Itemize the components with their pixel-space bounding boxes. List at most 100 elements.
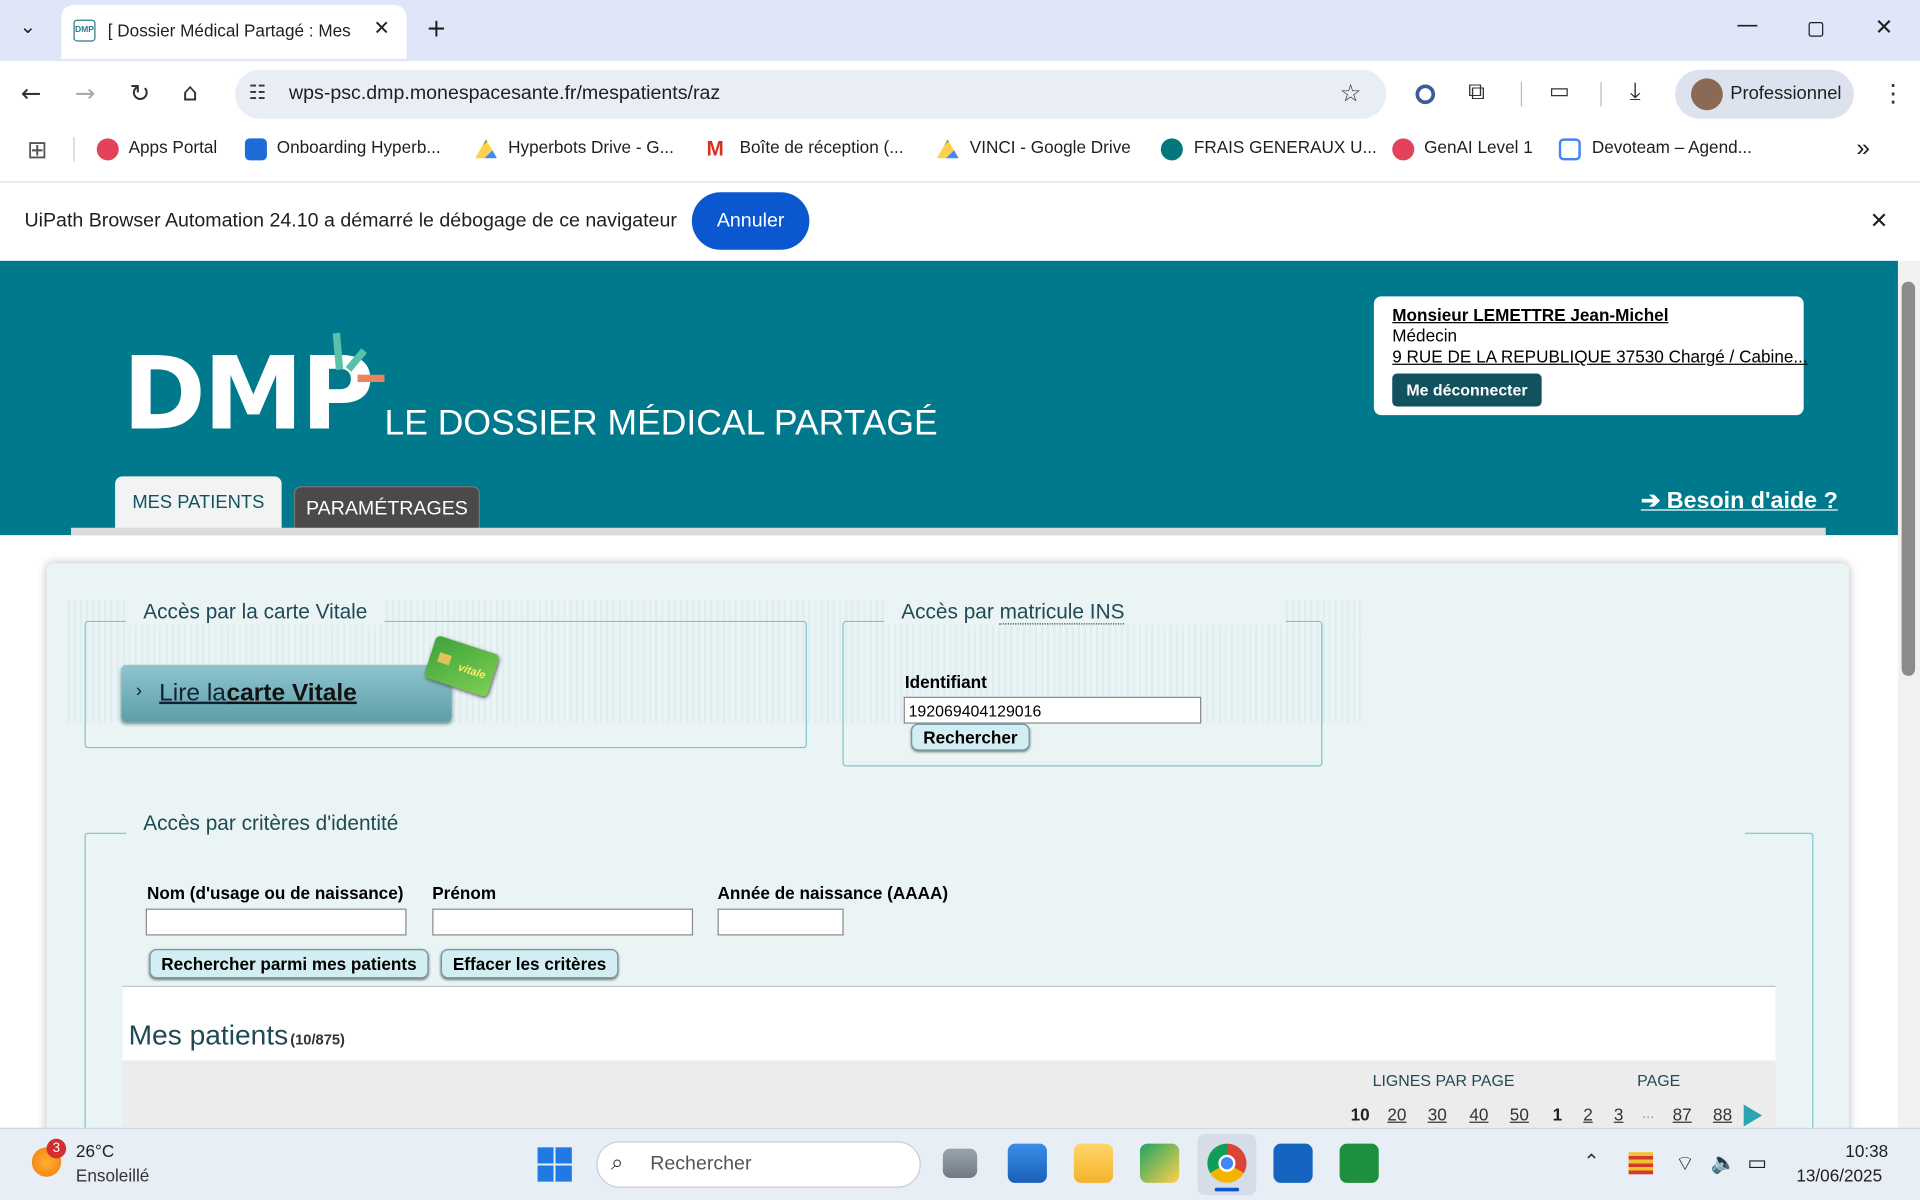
bookmark-onboarding[interactable]: Onboarding Hyperb... [277, 137, 441, 157]
url-text[interactable]: wps-psc.dmp.monespacesante.fr/mespatient… [289, 83, 720, 105]
page-link[interactable]: 87 [1673, 1104, 1692, 1124]
read-vitale-prefix[interactable]: Lire la [159, 680, 233, 708]
close-window-icon[interactable]: ✕ [1875, 15, 1893, 41]
weather-temp[interactable]: 26°C [76, 1141, 114, 1161]
user-name[interactable]: Monsieur LEMETTRE Jean-Michel [1392, 305, 1668, 325]
lines-option[interactable]: 20 [1387, 1104, 1406, 1124]
restore-icon[interactable] [1808, 22, 1824, 37]
ins-legend-prefix: Accès par [901, 600, 1000, 624]
bookmark-devoteam[interactable]: Devoteam – Agend... [1592, 137, 1752, 157]
toolbar-divider [1600, 82, 1602, 107]
logo-accent-mark [357, 374, 385, 383]
user-address[interactable]: 9 RUE DE LA REPUBLIQUE 37530 Chargé / Ca… [1392, 347, 1807, 367]
read-vitale-strong[interactable]: carte Vitale [227, 680, 357, 708]
close-infobar-icon[interactable]: ✕ [1870, 208, 1888, 234]
bookmark-divider [73, 137, 75, 162]
site-info-icon[interactable]: ☷ [249, 81, 267, 104]
tray-app-icon[interactable] [1628, 1152, 1654, 1175]
clock-time[interactable]: 10:38 [1845, 1141, 1888, 1161]
lines-per-page-label: LIGNES PAR PAGE [1372, 1071, 1515, 1090]
profile-label: Professionnel [1730, 83, 1842, 105]
page-link[interactable]: 1 [1553, 1104, 1563, 1124]
weather-desc[interactable]: Ensoleillé [76, 1166, 149, 1186]
volume-icon[interactable]: 🔈 [1711, 1151, 1737, 1175]
bookmark-hyperbots-drive[interactable]: Hyperbots Drive - G... [508, 137, 674, 157]
bookmark-genai[interactable]: GenAI Level 1 [1424, 137, 1533, 157]
lines-option[interactable]: 30 [1428, 1104, 1447, 1124]
scrollbar-thumb[interactable] [1901, 281, 1916, 676]
prenom-input[interactable] [432, 908, 694, 936]
uipath-app-icon[interactable] [1339, 1143, 1379, 1183]
tab-list-dropdown-icon[interactable]: ⌄ [20, 15, 36, 38]
identifiant-input[interactable] [903, 696, 1202, 724]
sharepoint-icon [1160, 138, 1183, 161]
page-link[interactable]: 2 [1583, 1104, 1593, 1124]
sharepoint-app-icon[interactable] [1273, 1143, 1313, 1183]
extension-circle-icon[interactable] [1415, 84, 1436, 105]
nom-label: Nom (d'usage ou de naissance) [146, 882, 404, 903]
tab-title: [ Dossier Médical Partagé : Mes [107, 20, 351, 41]
trello-icon [244, 138, 267, 161]
google-drive-icon [475, 139, 498, 159]
bookmark-star-icon[interactable]: ☆ [1340, 78, 1362, 107]
dmp-favicon-icon: DMP [73, 19, 96, 42]
bookmark-gmail[interactable]: Boîte de réception (... [740, 137, 904, 157]
download-icon[interactable]: ⤓ [1630, 76, 1641, 105]
tab-mes-patients[interactable]: MES PATIENTS [115, 476, 282, 531]
apps-grid-icon[interactable]: ⊞ [27, 135, 48, 164]
tab-parametrages[interactable]: PARAMÉTRAGES [293, 486, 481, 531]
file-explorer-icon[interactable] [1073, 1143, 1114, 1183]
annee-label: Année de naissance (AAAA) [717, 882, 949, 903]
bookmarks-overflow-icon[interactable]: » [1856, 135, 1870, 163]
clock-date[interactable]: 13/06/2025 [1796, 1166, 1882, 1186]
clear-criteria-button[interactable]: Effacer les critères [440, 948, 619, 979]
windows-start-icon[interactable] [537, 1147, 572, 1182]
logout-button[interactable]: Me déconnecter [1392, 373, 1542, 407]
rechercher-ins-button[interactable]: Rechercher [911, 723, 1030, 751]
tray-chevron-icon[interactable]: ⌃ [1583, 1150, 1599, 1173]
bookmark-frais-generaux[interactable]: FRAIS GENERAUX U... [1194, 137, 1377, 157]
prenom-label: Prénom [432, 882, 497, 903]
nom-input[interactable] [145, 908, 407, 936]
page-link[interactable]: 3 [1614, 1104, 1624, 1124]
taskbar-search[interactable] [596, 1141, 921, 1188]
vitale-legend: Accès par la carte Vitale [126, 600, 385, 625]
cancel-button[interactable]: Annuler [691, 192, 810, 250]
patients-title: Mes patients [128, 1018, 289, 1051]
weather-badge: 3 [46, 1138, 67, 1159]
home-icon[interactable]: ⌂ [182, 77, 198, 106]
chevron-right-icon: › [135, 680, 143, 702]
battery-icon[interactable]: ▭ [1747, 1151, 1767, 1175]
task-view-icon[interactable] [942, 1148, 978, 1178]
patients-count: (10/875) [290, 1031, 345, 1049]
bookmark-vinci-drive[interactable]: VINCI - Google Drive [970, 137, 1131, 157]
new-tab-icon[interactable]: + [426, 13, 447, 42]
identity-legend: Accès par critères d'identité [126, 811, 1746, 837]
remote-desktop-icon[interactable] [1007, 1143, 1047, 1183]
reload-icon[interactable]: ↻ [130, 78, 151, 107]
extensions-puzzle-icon[interactable]: ⧉ [1468, 78, 1485, 105]
lines-option[interactable]: 10 [1351, 1104, 1370, 1124]
tab-underline [71, 527, 1826, 536]
cast-icon[interactable]: ▭ [1549, 78, 1570, 104]
annee-input[interactable] [717, 908, 844, 936]
wifi-icon[interactable]: ⌔ [1675, 1151, 1695, 1176]
ins-legend-link[interactable]: matricule INS [999, 600, 1125, 625]
bookmark-apps-portal[interactable]: Apps Portal [129, 137, 218, 157]
back-icon[interactable]: ← [21, 78, 42, 107]
lines-option[interactable]: 50 [1510, 1104, 1529, 1124]
help-link[interactable]: ➔ Besoin d'aide ? [1641, 487, 1838, 515]
lines-option[interactable]: 40 [1469, 1104, 1488, 1124]
close-tab-icon[interactable]: ✕ [373, 16, 389, 39]
menu-kebab-icon[interactable]: ⋮ [1881, 78, 1905, 107]
google-drive-icon [936, 139, 959, 159]
forward-icon[interactable]: → [75, 78, 96, 107]
page-link[interactable]: 88 [1713, 1104, 1732, 1124]
search-patients-button[interactable]: Rechercher parmi mes patients [149, 948, 429, 979]
page-label: PAGE [1637, 1071, 1681, 1090]
avatar [1691, 78, 1723, 111]
google-chat-icon[interactable] [1140, 1143, 1180, 1183]
identifiant-label: Identifiant [904, 672, 987, 692]
next-page-arrow-icon[interactable] [1743, 1104, 1763, 1127]
minimize-icon[interactable]: — [1736, 12, 1758, 38]
